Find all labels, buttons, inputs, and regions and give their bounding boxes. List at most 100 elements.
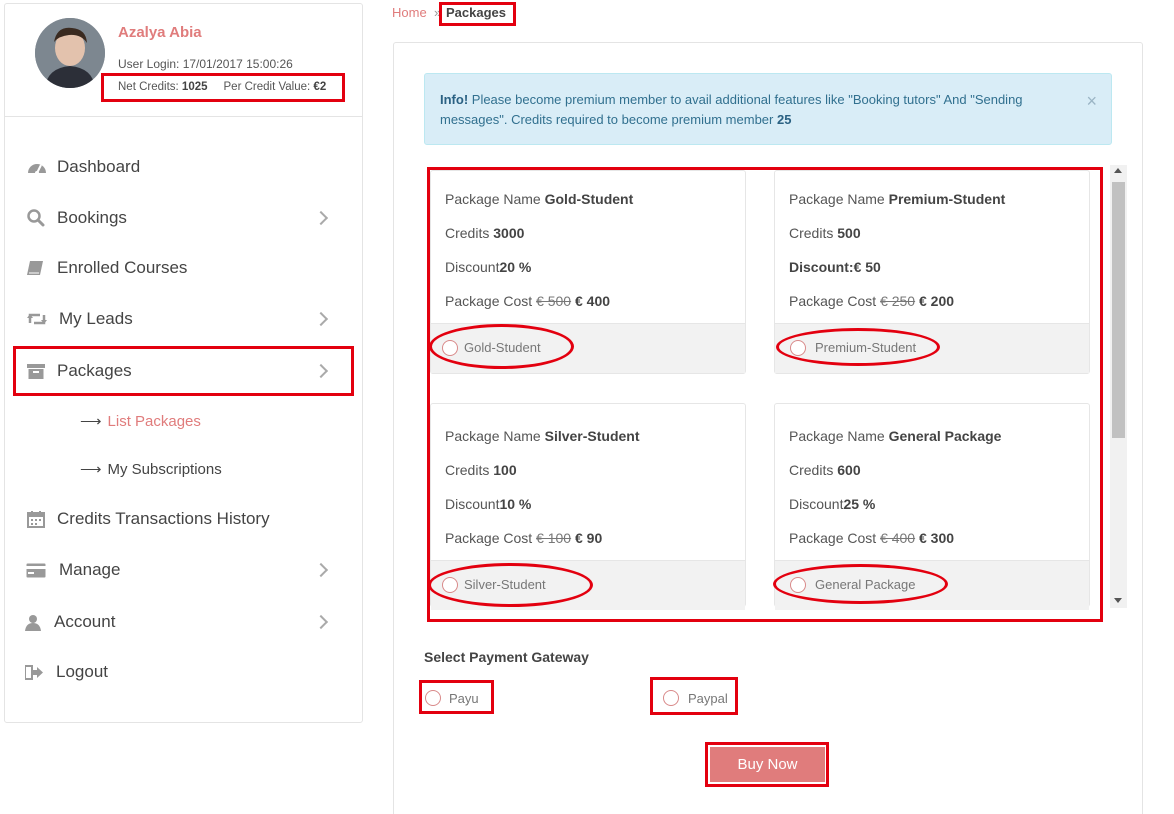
package-name-label: Package Name [789,191,885,207]
net-credits-value: 1025 [181,81,208,93]
paypal-radio[interactable] [663,690,679,706]
sign-out-icon [23,662,45,682]
calendar-icon [25,509,47,529]
scroll-down-icon[interactable] [1114,598,1122,603]
package-discount-line: Discount25 % [789,496,875,512]
package-radio-label[interactable]: General Package [815,577,915,592]
per-credit-value: €2 [313,81,327,93]
package-cost-line: Package Cost € 400 € 300 [789,530,954,546]
user-name: Azalya Abia [118,24,202,41]
package-discount-label: Discount [445,496,500,512]
avatar [35,18,105,88]
breadcrumb-separator: » [434,5,442,20]
package-radio-label[interactable]: Silver-Student [464,577,546,592]
package-credits-line: Credits 100 [445,462,517,478]
package-new-price: € 300 [919,530,955,546]
buy-now-button[interactable]: Buy Now [710,747,825,782]
package-select-footer: Gold-Student [431,323,745,373]
package-discount: € 50 [853,259,881,275]
chevron-right-icon [313,562,329,578]
package-discount-line: Discount:€ 50 [789,259,881,275]
package-new-price: € 200 [919,293,955,309]
package-cost-line: Package Cost € 250 € 200 [789,293,954,309]
package-new-price: € 90 [575,530,603,546]
nav-label: Credits Transactions History [57,509,270,528]
per-credit-label: Per Credit Value: [223,81,311,93]
package-radio-label[interactable]: Gold-Student [464,340,541,355]
nav-manage[interactable]: Manage [0,550,357,590]
package-name-label: Package Name [445,428,541,444]
package-old-price: € 500 [536,293,572,309]
nav-label: Enrolled Courses [57,258,188,277]
package-name-line: Package Name Gold-Student [445,191,633,207]
sub-item-label: List Packages [107,413,201,430]
package-discount-label: Discount [789,496,844,512]
info-alert: Info! Please become premium member to av… [424,73,1112,145]
dashboard-icon [26,157,48,177]
nav-account[interactable]: Account [0,602,357,642]
package-card: Package Name General Package Credits 600… [774,403,1090,610]
nav-credits-history[interactable]: Credits Transactions History [0,499,357,539]
nav-label: Packages [57,361,132,380]
nav-dashboard[interactable]: Dashboard [0,147,357,187]
nav-bookings[interactable]: Bookings [0,198,357,238]
package-name-line: Package Name Premium-Student [789,191,1005,207]
package-discount-label: Discount [445,259,500,275]
packages-list: Package Name Gold-Student Credits 3000 D… [430,170,1098,610]
package-radio[interactable] [790,577,806,593]
package-discount: 20 % [499,259,532,275]
package-discount: 25 % [843,496,876,512]
payu-label[interactable]: Payu [449,691,479,706]
package-new-price: € 400 [575,293,611,309]
close-icon[interactable]: × [1086,91,1097,111]
package-credits-label: Credits [789,462,834,478]
nav-logout[interactable]: Logout [0,652,357,692]
package-credits-label: Credits [445,225,490,241]
paypal-label[interactable]: Paypal [688,691,728,706]
package-card: Package Name Silver-Student Credits 100 … [430,403,746,610]
nav-label: My Leads [59,309,133,328]
package-cost-label: Package Cost [789,530,877,546]
package-credits: 500 [837,225,861,241]
package-credits: 100 [493,462,517,478]
chevron-right-icon [313,363,329,379]
nav-packages[interactable]: Packages [0,351,357,391]
package-credits-line: Credits 3000 [445,225,524,241]
package-select-footer: Silver-Student [431,560,745,610]
info-credits: 25 [776,112,792,127]
sub-item-my-subscriptions[interactable]: ⟶ My Subscriptions [80,460,222,478]
archive-icon [25,361,47,381]
package-radio[interactable] [790,340,806,356]
package-name: Premium-Student [888,191,1006,207]
sub-item-list-packages[interactable]: ⟶ List Packages [80,412,201,430]
package-card: Package Name Premium-Student Credits 500… [774,170,1090,374]
chevron-right-icon [313,210,329,226]
package-radio[interactable] [442,340,458,356]
payu-radio[interactable] [425,690,441,706]
package-cost-line: Package Cost € 500 € 400 [445,293,610,309]
scroll-up-icon[interactable] [1114,168,1122,173]
scrollbar-thumb[interactable] [1112,182,1125,438]
package-name-line: Package Name General Package [789,428,1001,444]
package-credits: 3000 [493,225,525,241]
package-discount: 10 % [499,496,532,512]
package-credits-line: Credits 500 [789,225,861,241]
package-old-price: € 100 [536,530,572,546]
package-cost-label: Package Cost [445,293,533,309]
nav-my-leads[interactable]: My Leads [0,299,357,339]
breadcrumb-home[interactable]: Home [392,5,427,20]
package-radio[interactable] [442,577,458,593]
credits-summary: Net Credits: 1025 Per Credit Value: €2 [118,81,326,93]
package-cost-line: Package Cost € 100 € 90 [445,530,602,546]
nav-enrolled-courses[interactable]: Enrolled Courses [0,248,357,288]
package-radio-label[interactable]: Premium-Student [815,340,916,355]
package-old-price: € 250 [880,293,916,309]
package-cost-label: Package Cost [445,530,533,546]
package-name: Gold-Student [544,191,634,207]
package-discount-line: Discount10 % [445,496,531,512]
package-select-footer: General Package [775,560,1089,610]
package-discount-label: Discount: [789,259,854,275]
payment-gateway-title: Select Payment Gateway [424,649,589,665]
package-credits-line: Credits 600 [789,462,861,478]
package-old-price: € 400 [880,530,916,546]
